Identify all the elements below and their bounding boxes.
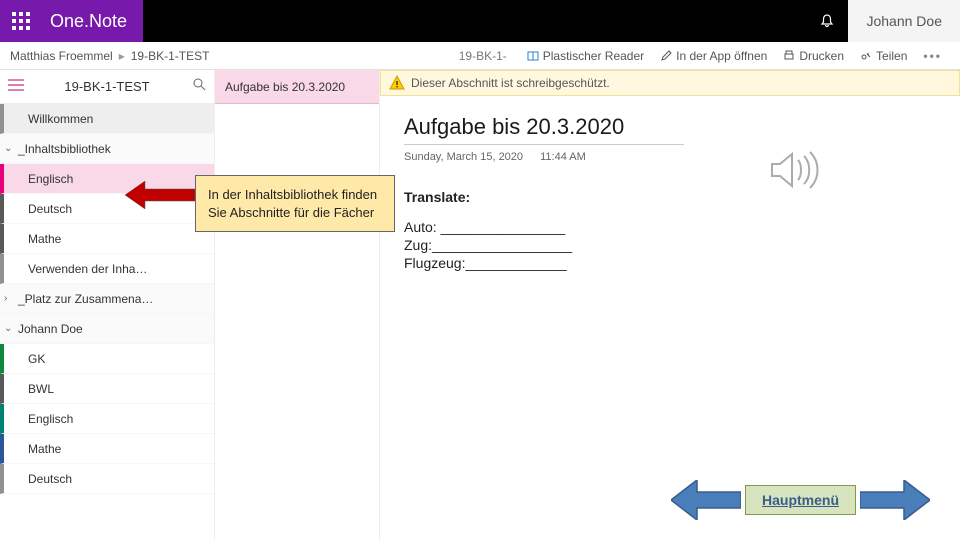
bell-icon (819, 13, 835, 29)
chevron-down-icon: ⌄ (4, 143, 12, 154)
crumb-short: 19-BK-1- (459, 49, 507, 63)
open-in-app-button[interactable]: In der App öffnen (660, 49, 767, 63)
search-button[interactable] (186, 77, 206, 96)
app-launcher-button[interactable] (0, 0, 42, 42)
pages-panel: Aufgabe bis 20.3.2020 (215, 70, 380, 540)
chevron-down-icon: ⌄ (4, 323, 12, 334)
translate-label: Translate: (404, 189, 936, 205)
content-block: Translate: Auto: ________________ Zug:__… (404, 189, 936, 271)
share-button[interactable]: Teilen (860, 49, 907, 63)
section-mathe[interactable]: Mathe (0, 224, 214, 254)
exercise-line: Auto: ________________ (404, 219, 936, 235)
section-gk[interactable]: GK (0, 344, 214, 374)
slide-nav: Hauptmenü (671, 480, 930, 520)
page-tab-current[interactable]: Aufgabe bis 20.3.2020 (215, 70, 379, 104)
callout-text: In der Inhaltsbibliothek finden Sie Absc… (195, 175, 395, 232)
collapse-nav-button[interactable] (8, 78, 28, 96)
open-in-app-label: In der App öffnen (676, 49, 767, 63)
immersive-reader-label: Plastischer Reader (543, 49, 644, 63)
notifications-button[interactable] (806, 0, 848, 42)
brand-label: One.Note (42, 0, 143, 42)
search-icon (192, 77, 206, 91)
crumb-notebook[interactable]: 19-BK-1-TEST (131, 49, 210, 63)
book-icon (527, 50, 539, 62)
print-button[interactable]: Drucken (783, 49, 844, 63)
nav-main-button[interactable]: Hauptmenü (745, 485, 856, 515)
callout-arrow-icon (125, 181, 195, 209)
exercise-line: Flugzeug:_____________ (404, 255, 936, 271)
crumb-owner[interactable]: Matthias Froemmel (10, 49, 113, 63)
breadcrumb[interactable]: Matthias Froemmel ▸ 19-BK-1-TEST (10, 49, 209, 63)
toolbar: Matthias Froemmel ▸ 19-BK-1-TEST 19-BK-1… (0, 42, 960, 70)
page-time: 11:44 AM (540, 151, 586, 163)
notebook-title[interactable]: 19-BK-1-TEST (28, 79, 186, 94)
chevron-right-icon: ▸ (119, 49, 125, 63)
nav-prev-button[interactable] (671, 480, 741, 520)
page-body: Aufgabe bis 20.3.2020 Sunday, March 15, … (380, 96, 960, 291)
printer-icon (783, 50, 795, 62)
more-button[interactable]: ••• (923, 49, 942, 63)
warning-icon (389, 75, 405, 91)
waffle-icon (12, 12, 30, 30)
hamburger-icon (8, 79, 24, 91)
user-menu[interactable]: Johann Doe (848, 0, 960, 42)
main-area: 19-BK-1-TEST Willkommen ⌄_Inhaltsbibliot… (0, 70, 960, 540)
notebook-tree: Willkommen ⌄_Inhaltsbibliothek Englisch … (0, 104, 214, 494)
section-englisch-2[interactable]: Englisch (0, 404, 214, 434)
alert-text: Dieser Abschnitt ist schreibgeschützt. (411, 76, 610, 90)
share-icon (860, 50, 872, 62)
group-collab[interactable]: ›_Platz zur Zusammena… (0, 284, 214, 314)
group-library[interactable]: ⌄_Inhaltsbibliothek (0, 134, 214, 164)
section-mathe-2[interactable]: Mathe (0, 434, 214, 464)
chevron-right-icon: › (4, 293, 7, 304)
share-label: Teilen (876, 49, 907, 63)
notebook-panel-header: 19-BK-1-TEST (0, 70, 214, 104)
page-title[interactable]: Aufgabe bis 20.3.2020 (404, 114, 684, 145)
exercise-line: Zug:__________________ (404, 237, 936, 253)
nav-next-button[interactable] (860, 480, 930, 520)
page-content-panel: Dieser Abschnitt ist schreibgeschützt. A… (380, 70, 960, 540)
print-label: Drucken (799, 49, 844, 63)
immersive-reader-button[interactable]: Plastischer Reader (527, 49, 644, 63)
callout-annotation: In der Inhaltsbibliothek finden Sie Absc… (195, 175, 395, 232)
group-student[interactable]: ⌄Johann Doe (0, 314, 214, 344)
section-usage[interactable]: Verwenden der Inha… (0, 254, 214, 284)
page-date: Sunday, March 15, 2020 (404, 151, 523, 163)
notebook-panel: 19-BK-1-TEST Willkommen ⌄_Inhaltsbibliot… (0, 70, 215, 540)
section-deutsch-2[interactable]: Deutsch (0, 464, 214, 494)
app-header: One.Note Johann Doe (0, 0, 960, 42)
page-meta: Sunday, March 15, 2020 11:44 AM (404, 151, 936, 163)
readonly-alert: Dieser Abschnitt ist schreibgeschützt. (380, 70, 960, 96)
section-bwl[interactable]: BWL (0, 374, 214, 404)
pencil-icon (660, 50, 672, 62)
speaker-icon (764, 142, 820, 198)
section-welcome[interactable]: Willkommen (0, 104, 214, 134)
